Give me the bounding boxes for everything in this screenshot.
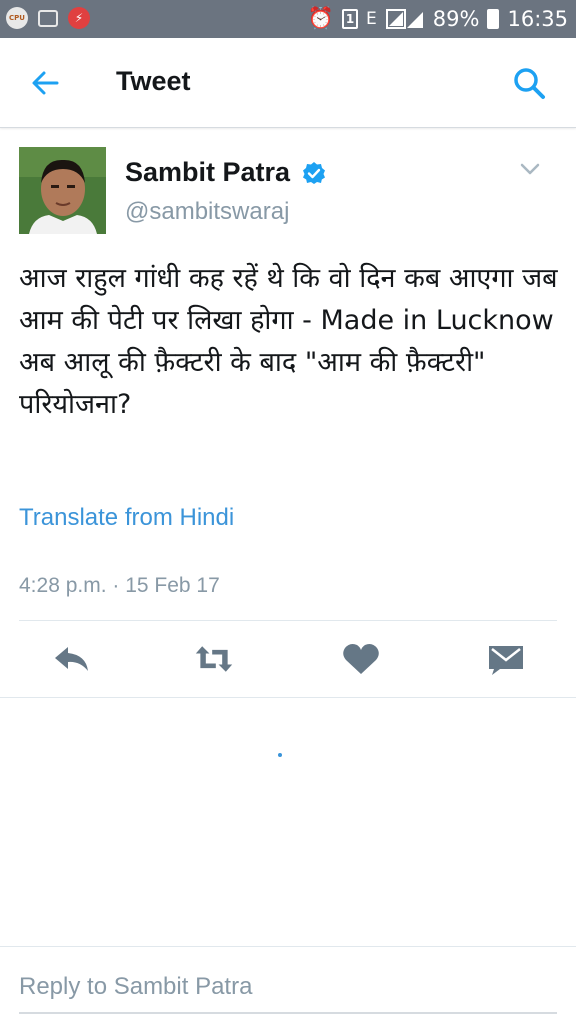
loading-spinner-icon	[278, 753, 282, 757]
network-type: E	[366, 8, 377, 29]
tweet-text: आज राहुल गांधी कह रहें थे कि वो दिन कब आ…	[19, 263, 558, 420]
retweet-icon[interactable]	[194, 641, 234, 677]
system-icons: ⏰ 1 E 89% 16:35	[308, 6, 568, 31]
page-title: Tweet	[116, 66, 191, 96]
chevron-down-icon[interactable]	[520, 162, 540, 176]
avatar[interactable]	[19, 147, 106, 234]
back-arrow-icon[interactable]	[30, 68, 60, 98]
search-icon[interactable]	[512, 66, 546, 100]
clock: 16:35	[507, 6, 568, 31]
signal-icon	[385, 8, 423, 29]
sim-icon: 1	[342, 8, 359, 29]
tweet-actions	[0, 621, 576, 697]
divider	[0, 697, 576, 698]
avatar-image	[19, 147, 106, 234]
like-icon[interactable]	[341, 641, 381, 677]
notification-icons: CPU ⚡	[6, 7, 90, 29]
author-name[interactable]: Sambit Patra	[125, 157, 290, 188]
reply-input[interactable]	[19, 962, 557, 1014]
verified-badge-icon	[303, 162, 325, 184]
battery-icon	[487, 8, 500, 29]
gallery-icon	[38, 9, 58, 27]
author-handle[interactable]: @sambitswaraj	[125, 198, 289, 226]
app-bar: Tweet	[0, 38, 576, 128]
tweet-timestamp: 4:28 p.m. · 15 Feb 17	[19, 574, 220, 597]
reply-icon[interactable]	[52, 641, 92, 677]
direct-message-icon[interactable]	[486, 641, 526, 677]
battery-percent: 89%	[432, 6, 480, 31]
flash-icon: ⚡	[68, 7, 90, 29]
status-bar: CPU ⚡ ⏰ 1 E 89% 16:35	[0, 0, 576, 38]
cpu-icon: CPU	[6, 7, 28, 29]
divider	[0, 946, 576, 947]
alarm-icon: ⏰	[307, 6, 335, 30]
translate-link[interactable]: Translate from Hindi	[19, 504, 234, 532]
